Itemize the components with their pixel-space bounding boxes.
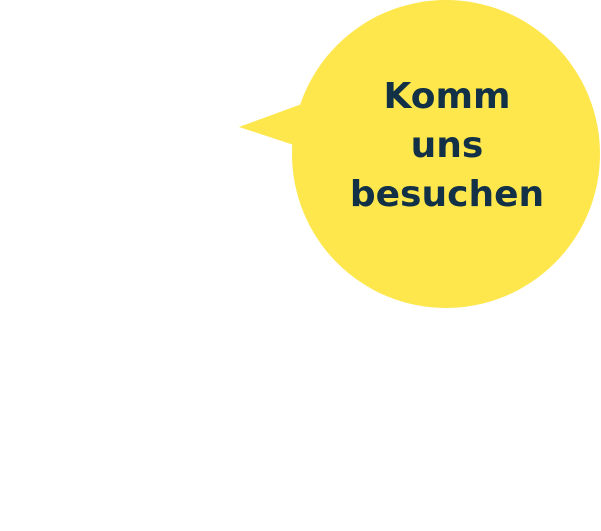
- bubble-line-3: besuchen: [349, 174, 545, 215]
- bubble-line-1: Komm: [383, 76, 511, 117]
- speech-bubble-text: Komm uns besuchen: [325, 72, 569, 219]
- speech-bubble-graphic: Komm uns besuchen: [0, 0, 601, 531]
- bubble-line-2: uns: [410, 125, 484, 166]
